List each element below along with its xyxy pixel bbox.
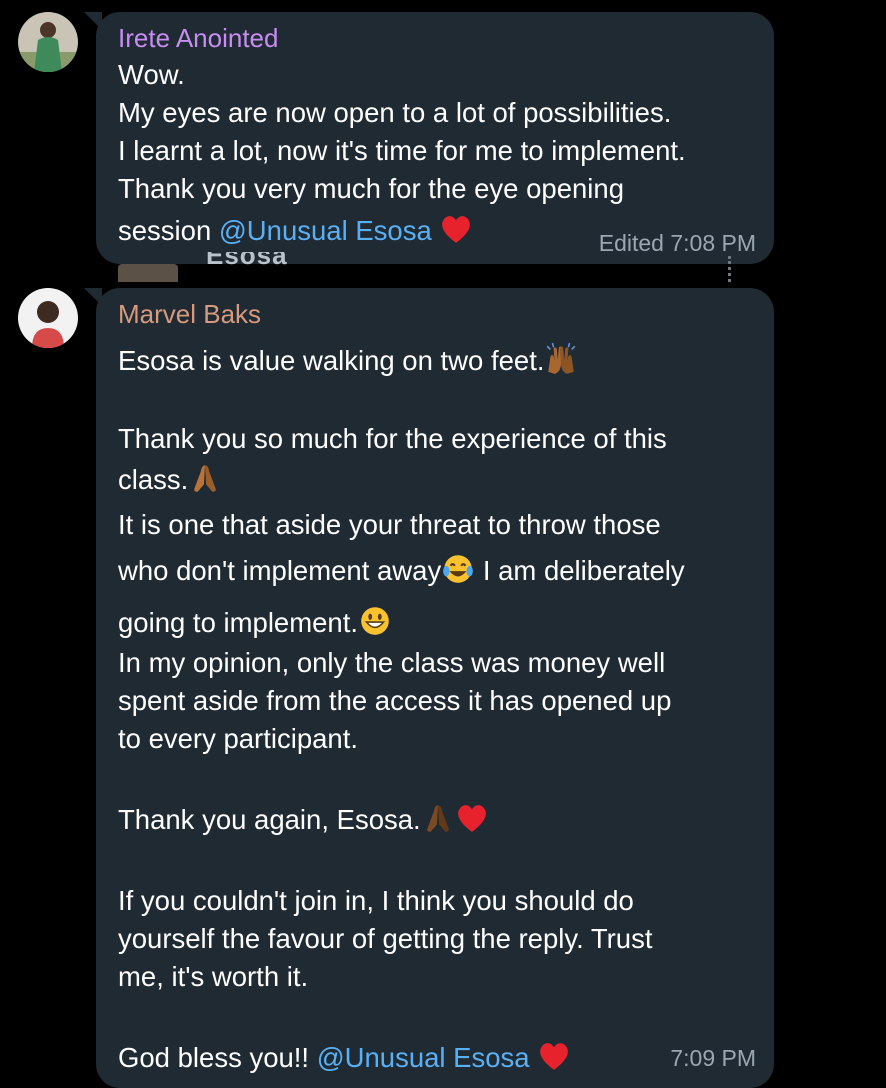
raising-hands-icon bbox=[544, 342, 578, 376]
message-text: Wow. My eyes are now open to a lot of po… bbox=[118, 56, 750, 250]
red-heart-icon bbox=[455, 801, 489, 835]
message-line: Thank you very much for the eye opening bbox=[118, 173, 624, 204]
message-line: I learnt a lot, now it's time for me to … bbox=[118, 135, 686, 166]
message-fragment: who don't implement away bbox=[118, 555, 442, 586]
reply-preview-name: Esosa bbox=[206, 252, 288, 270]
message-fragment: I am deliberately bbox=[475, 555, 685, 586]
red-heart-icon bbox=[537, 1039, 571, 1073]
avatar-irete[interactable] bbox=[18, 12, 78, 72]
message-line: me, it's worth it. bbox=[118, 961, 309, 992]
message-line: In my opinion, only the class was money … bbox=[118, 647, 666, 678]
message-line: class. bbox=[118, 458, 750, 504]
message-bubble[interactable]: Marvel Baks Esosa is value walking on tw… bbox=[96, 288, 774, 1088]
message-line: Thank you so much for the experience of … bbox=[118, 423, 667, 454]
message-line: spent aside from the access it has opene… bbox=[118, 685, 672, 716]
message-line: going to implement. bbox=[118, 598, 750, 644]
message-line: to every participant. bbox=[118, 723, 358, 754]
message-bubble[interactable]: Irete Anointed Wow. My eyes are now open… bbox=[96, 12, 774, 264]
message-fragment: God bless you!! bbox=[118, 1042, 317, 1073]
sender-name[interactable]: Marvel Baks bbox=[118, 298, 261, 330]
message-line: who don't implement away I am deliberate… bbox=[118, 546, 750, 598]
message-line: Wow. bbox=[118, 59, 185, 90]
message-fragment: session bbox=[118, 215, 219, 246]
folded-hands-icon bbox=[188, 461, 222, 495]
avatar-marvel[interactable] bbox=[18, 288, 78, 348]
message-line: Esosa is value walking on two feet. bbox=[118, 342, 750, 380]
message-fragment: Esosa is value walking on two feet. bbox=[118, 345, 545, 376]
message-fragment: Thank you again, Esosa. bbox=[118, 804, 421, 835]
message-line: If you couldn't join in, I think you sho… bbox=[118, 885, 634, 916]
message-timestamp: 7:09 PM bbox=[670, 1045, 756, 1071]
reply-thumbnail bbox=[118, 264, 178, 282]
message-line: God bless you!! @Unusual Esosa bbox=[118, 1036, 750, 1080]
red-heart-icon bbox=[439, 212, 473, 246]
message-line: It is one that aside your threat to thro… bbox=[118, 509, 661, 540]
grinning-face-icon bbox=[358, 604, 392, 638]
sender-name[interactable]: Irete Anointed bbox=[118, 22, 278, 54]
message-line: My eyes are now open to a lot of possibi… bbox=[118, 97, 672, 128]
message-fragment: going to implement. bbox=[118, 607, 358, 638]
more-icon[interactable] bbox=[728, 256, 734, 282]
reply-preview[interactable]: Esosa bbox=[110, 252, 750, 282]
message-line: Thank you again, Esosa. bbox=[118, 798, 750, 842]
message-fragment: class. bbox=[118, 464, 189, 495]
tears-of-joy-icon bbox=[441, 552, 475, 586]
mention-link[interactable]: @Unusual Esosa bbox=[317, 1042, 530, 1073]
folded-hands-icon bbox=[421, 801, 455, 835]
message-line: yourself the favour of getting the reply… bbox=[118, 923, 653, 954]
mention-link[interactable]: @Unusual Esosa bbox=[219, 215, 432, 246]
message-text: Esosa is value walking on two feet. Than… bbox=[118, 342, 750, 1080]
